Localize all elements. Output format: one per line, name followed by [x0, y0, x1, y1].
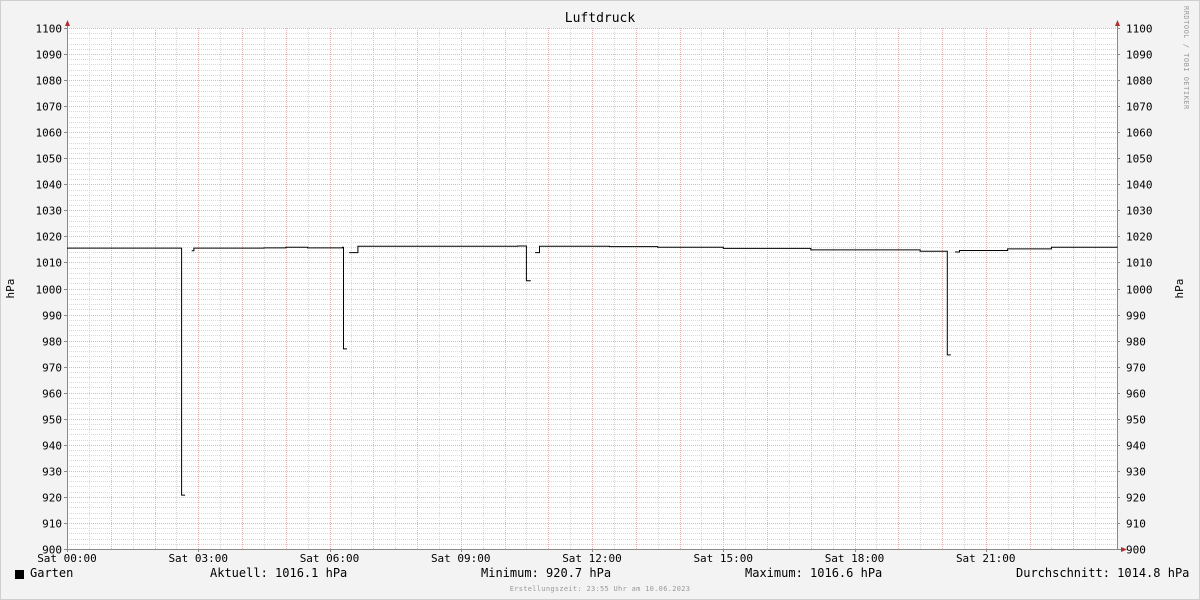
y-tick-label-right: 1000 [1126, 284, 1153, 297]
y-tick-label-right: 900 [1126, 544, 1146, 557]
y-tick-label-right: 940 [1126, 440, 1146, 453]
x-tick-label: Sat 03:00 [168, 552, 228, 565]
y-tick-label-left: 970 [42, 362, 62, 375]
y-tick-label-left: 910 [42, 518, 62, 531]
y-tick-label-left: 950 [42, 414, 62, 427]
y-tick-label-right: 1100 [1126, 23, 1153, 36]
y-tick-label-left: 1020 [36, 231, 63, 244]
y-tick-label-right: 1090 [1126, 49, 1153, 62]
y-tick-label-right: 1020 [1126, 231, 1153, 244]
y-tick-label-left: 1080 [36, 75, 63, 88]
x-tick-label: Sat 00:00 [37, 552, 97, 565]
legend-series-name: Garten [30, 566, 74, 580]
y-tick-label-right: 930 [1126, 466, 1146, 479]
y-tick-label-left: 1030 [36, 205, 63, 218]
y-axis-arrow-right [1115, 20, 1120, 26]
legend-row: Garten Aktuell: 1016.1 hPa Minimum: 920.… [0, 566, 1200, 584]
y-tick-label-right: 920 [1126, 492, 1146, 505]
x-tick-label: Sat 12:00 [562, 552, 622, 565]
x-tick-label: Sat 09:00 [431, 552, 491, 565]
y-tick-label-right: 1080 [1126, 75, 1153, 88]
y-tick-label-right: 950 [1126, 414, 1146, 427]
y-tick-label-right: 1050 [1126, 153, 1153, 166]
y-tick-label-right: 1040 [1126, 179, 1153, 192]
y-axis-label-left: hPa [4, 279, 17, 299]
legend-maximum: Maximum: 1016.6 hPa [745, 566, 883, 580]
x-tick-label: Sat 06:00 [300, 552, 360, 565]
chart-canvas: 900 900910 910920 920930 930940 940950 950960 9… [4, 20, 1186, 565]
y-tick-label-left: 1100 [36, 23, 63, 36]
legend-current: Aktuell: 1016.1 hPa [210, 566, 348, 580]
y-tick-label-left: 1010 [36, 257, 63, 270]
y-tick-label-left: 1070 [36, 101, 63, 114]
y-tick-label-right: 990 [1126, 310, 1146, 323]
y-tick-label-left: 920 [42, 492, 62, 505]
legend-average: Durchschnitt: 1014.8 hPa [1016, 566, 1190, 580]
y-axis-label-right: hPa [1173, 279, 1186, 299]
rrdtool-credit: RRDTOOL / TOBI OETIKER [1182, 6, 1190, 110]
y-tick-label-left: 1050 [36, 153, 63, 166]
y-tick-label-left: 1060 [36, 127, 63, 140]
y-tick-label-left: 960 [42, 388, 62, 401]
y-tick-label-left: 990 [42, 310, 62, 323]
y-tick-label-left: 1090 [36, 49, 63, 62]
y-tick-label-left: 1040 [36, 179, 63, 192]
creation-timestamp: Erstellungszeit: 23:55 Uhr am 10.06.2023 [509, 585, 691, 593]
legend-minimum: Minimum: 920.7 hPa [481, 566, 612, 580]
y-tick-label-right: 1070 [1126, 101, 1153, 114]
y-tick-label-right: 910 [1126, 518, 1146, 531]
y-tick-label-left: 940 [42, 440, 62, 453]
x-tick-label: Sat 21:00 [956, 552, 1016, 565]
y-tick-label-right: 970 [1126, 362, 1146, 375]
x-tick-label: Sat 18:00 [825, 552, 885, 565]
y-tick-label-right: 960 [1126, 388, 1146, 401]
x-tick-label: Sat 15:00 [693, 552, 753, 565]
y-tick-label-right: 980 [1126, 336, 1146, 349]
y-tick-label-right: 1010 [1126, 257, 1153, 270]
y-axis-arrow-left [65, 20, 70, 26]
y-tick-label-left: 930 [42, 466, 62, 479]
y-tick-label-left: 1000 [36, 284, 63, 297]
y-tick-label-right: 1060 [1126, 127, 1153, 140]
y-tick-label-left: 980 [42, 336, 62, 349]
y-tick-label-right: 1030 [1126, 205, 1153, 218]
